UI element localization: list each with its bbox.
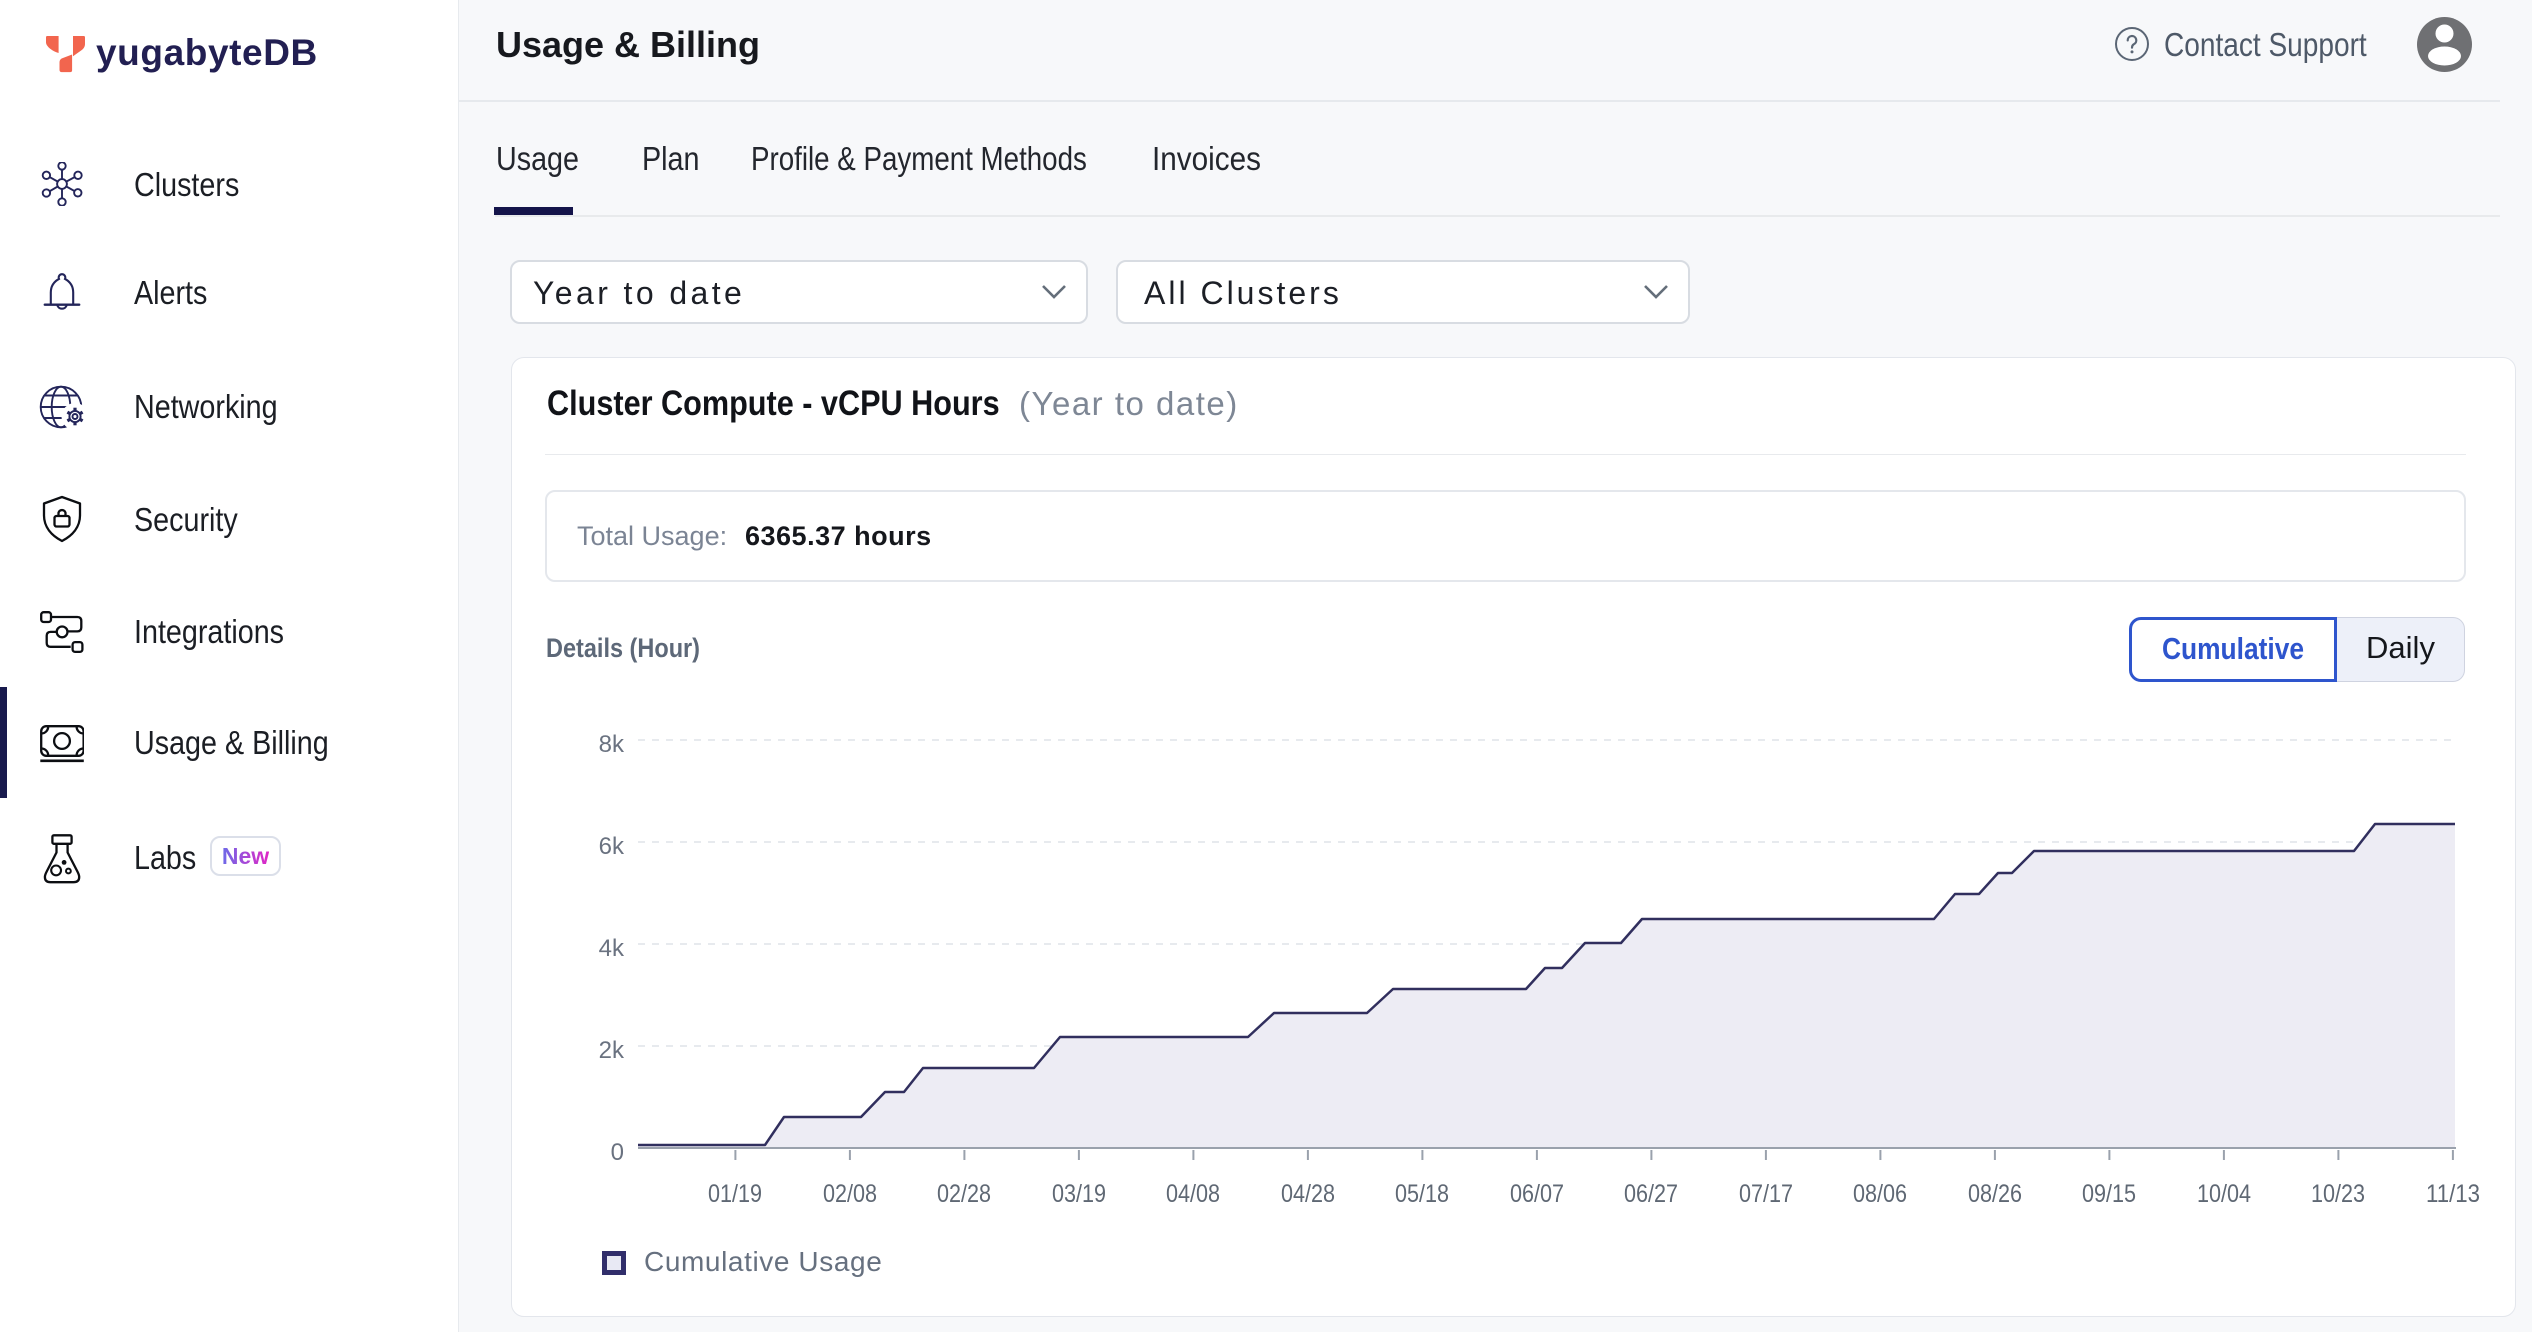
- svg-text:6k: 6k: [599, 833, 625, 860]
- svg-text:06/27: 06/27: [1624, 1180, 1678, 1208]
- svg-text:08/06: 08/06: [1853, 1180, 1907, 1208]
- svg-text:2k: 2k: [599, 1037, 625, 1064]
- svg-text:0: 0: [611, 1139, 624, 1166]
- svg-text:10/23: 10/23: [2311, 1180, 2365, 1208]
- svg-text:05/18: 05/18: [1395, 1180, 1449, 1208]
- svg-text:10/04: 10/04: [2197, 1180, 2251, 1208]
- svg-text:02/08: 02/08: [823, 1180, 877, 1208]
- svg-text:4k: 4k: [599, 935, 625, 962]
- svg-text:04/08: 04/08: [1166, 1180, 1220, 1208]
- svg-text:06/07: 06/07: [1510, 1180, 1564, 1208]
- svg-text:11/13: 11/13: [2426, 1180, 2480, 1208]
- svg-text:04/28: 04/28: [1281, 1180, 1335, 1208]
- svg-text:8k: 8k: [599, 731, 625, 758]
- svg-text:03/19: 03/19: [1052, 1180, 1106, 1208]
- svg-text:01/19: 01/19: [708, 1180, 762, 1208]
- svg-text:07/17: 07/17: [1739, 1180, 1793, 1208]
- svg-text:09/15: 09/15: [2082, 1180, 2136, 1208]
- svg-text:02/28: 02/28: [937, 1180, 991, 1208]
- svg-text:08/26: 08/26: [1968, 1180, 2022, 1208]
